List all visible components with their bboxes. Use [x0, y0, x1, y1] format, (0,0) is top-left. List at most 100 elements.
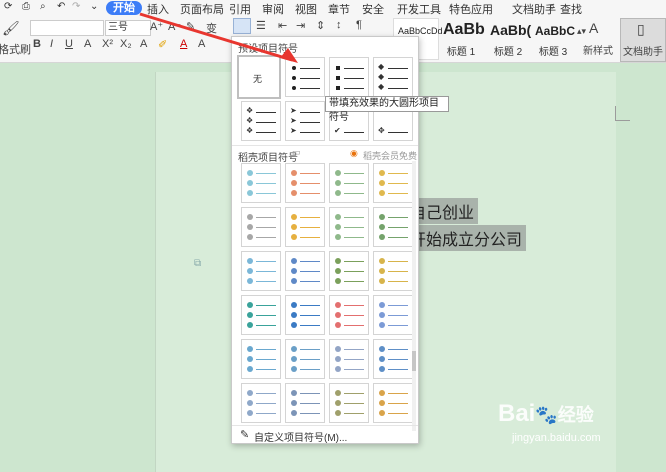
premium-bullet-tile[interactable]	[285, 383, 325, 423]
dropdown-scrollbar[interactable]	[412, 161, 416, 431]
premium-bullet-tile[interactable]	[329, 163, 369, 203]
style-heading-1[interactable]: AaBb 标题 1	[439, 18, 485, 58]
new-style-icon[interactable]: A	[589, 20, 598, 36]
tab-developer[interactable]: 开发工具	[397, 1, 441, 17]
bullet-line	[256, 183, 276, 184]
bullet-line	[256, 281, 276, 282]
bullet-symbol	[379, 234, 385, 240]
chinese-layout-icon[interactable]: ⇕	[316, 19, 325, 32]
premium-bullet-tile[interactable]	[285, 339, 325, 379]
preview-icon[interactable]: ⌕	[40, 1, 46, 12]
bullet-symbol	[335, 234, 341, 240]
premium-bullet-tile[interactable]	[241, 207, 281, 247]
bullet-line	[256, 217, 276, 218]
doc-assistant-button[interactable]: ▯ 文档助手	[620, 18, 666, 62]
premium-bullet-tile[interactable]	[373, 163, 413, 203]
premium-bullet-tile[interactable]	[241, 383, 281, 423]
annotation-arrow	[139, 12, 298, 63]
bullet-line	[300, 413, 320, 414]
bullet-symbol	[379, 366, 385, 372]
premium-bullet-tile[interactable]	[285, 251, 325, 291]
bullet-line	[300, 183, 320, 184]
superscript-icon[interactable]: X²	[102, 38, 113, 50]
premium-bullet-tile[interactable]	[329, 295, 369, 335]
quick-access-dropdown-icon[interactable]: ⌄	[90, 1, 98, 12]
styles-scroll-icon[interactable]: ▴▾	[577, 26, 586, 37]
bullet-symbol	[379, 258, 385, 264]
bullet-line	[344, 227, 364, 228]
strikethrough-icon[interactable]: A	[84, 38, 91, 50]
custom-bullet-item[interactable]: 自定义项目符号(M)...	[254, 429, 347, 444]
bullet-symbol	[247, 258, 253, 264]
bullet-line	[256, 369, 276, 370]
premium-bullet-tile[interactable]	[373, 383, 413, 423]
bullet-symbol	[379, 400, 385, 406]
premium-bullet-tile[interactable]	[373, 251, 413, 291]
style-heading-2[interactable]: AaBb( 标题 2	[486, 18, 532, 58]
style-heading-1-label: 标题 1	[446, 47, 476, 58]
pencil-icon: ✎	[240, 429, 250, 441]
bullet-line	[388, 237, 408, 238]
bullet-none-label: 无	[253, 74, 263, 84]
document-line-2[interactable]: 开始成立分公司	[406, 225, 527, 251]
style-heading-2-preview: AaBb(	[490, 22, 532, 38]
bullet-line	[300, 193, 320, 194]
doc-assistant-icon: ▯	[637, 21, 645, 37]
italic-button[interactable]: I	[50, 38, 53, 50]
bold-button[interactable]: B	[33, 38, 41, 50]
bullet-square[interactable]	[329, 57, 369, 97]
premium-bullet-tile[interactable]	[241, 163, 281, 203]
premium-bullet-tile[interactable]	[329, 339, 369, 379]
style-heading-3[interactable]: AaBbC 标题 3	[531, 18, 575, 58]
bullet-line	[256, 305, 276, 306]
bullet-symbol	[379, 278, 385, 284]
redo-icon[interactable]: ⟳	[4, 1, 12, 12]
bullet-symbol	[247, 190, 253, 196]
premium-bullet-tile[interactable]	[285, 295, 325, 335]
premium-bullet-tile[interactable]	[241, 295, 281, 335]
scrollbar-thumb[interactable]	[412, 351, 416, 371]
new-style-label[interactable]: 新样式	[583, 42, 613, 57]
bullet-symbol	[291, 224, 297, 230]
premium-bullet-tile[interactable]	[285, 163, 325, 203]
premium-bullet-tile[interactable]	[329, 207, 369, 247]
undo-icon[interactable]: ↶	[57, 1, 65, 12]
premium-bullet-tile[interactable]	[373, 207, 413, 247]
bullet-line	[388, 193, 408, 194]
tab-features[interactable]: 特色应用	[449, 1, 493, 17]
premium-bullet-tile[interactable]	[241, 339, 281, 379]
paste-options-icon[interactable]: ⧉	[194, 258, 201, 269]
font-name-select[interactable]	[30, 20, 104, 36]
premium-bullet-tile[interactable]	[329, 383, 369, 423]
bullet-line	[256, 315, 276, 316]
premium-bullet-tile[interactable]	[373, 295, 413, 335]
bullet-line	[300, 261, 320, 262]
bullet-line	[344, 305, 364, 306]
bullet-line	[388, 271, 408, 272]
bullet-line	[256, 393, 276, 394]
print-icon[interactable]: ⎙	[22, 1, 30, 12]
format-painter-icon[interactable]: 🖌	[2, 20, 20, 37]
premium-bullet-tile[interactable]	[285, 207, 325, 247]
underline-button[interactable]: U	[65, 38, 73, 50]
premium-bullet-tile[interactable]	[241, 251, 281, 291]
tab-security[interactable]: 安全	[362, 1, 384, 17]
tab-chapter[interactable]: 章节	[328, 1, 350, 17]
premium-bullets-title: 稻壳项目符号	[238, 153, 298, 164]
bullet-diamond[interactable]: ◆ ◆ ◆	[373, 57, 413, 97]
bullet-four-diamond[interactable]: ❖ ❖ ❖	[241, 101, 281, 141]
premium-bullet-tile[interactable]	[329, 251, 369, 291]
show-marks-icon[interactable]: ¶	[356, 19, 362, 31]
sort-icon[interactable]: ↕	[336, 19, 342, 31]
format-painter-label[interactable]: 格式刷	[0, 41, 31, 57]
menu-bar: ⟳ ⎙ ⌕ ↶ ↷ ⌄ 开始 插入 页面布局 引用 审阅 视图 章节 安全 开发…	[0, 0, 666, 16]
bullet-symbol	[379, 302, 385, 308]
bullet-symbol	[247, 322, 253, 328]
search-label[interactable]: 查找	[560, 1, 582, 17]
search-icon[interactable]: ⌕	[549, 1, 555, 14]
bullet-symbol	[291, 322, 297, 328]
redo-arrow-icon[interactable]: ↷	[72, 1, 80, 12]
bullet-line	[300, 403, 320, 404]
bullet-arrow[interactable]: ➤ ➤ ➤	[285, 101, 325, 141]
premium-bullet-tile[interactable]	[373, 339, 413, 379]
